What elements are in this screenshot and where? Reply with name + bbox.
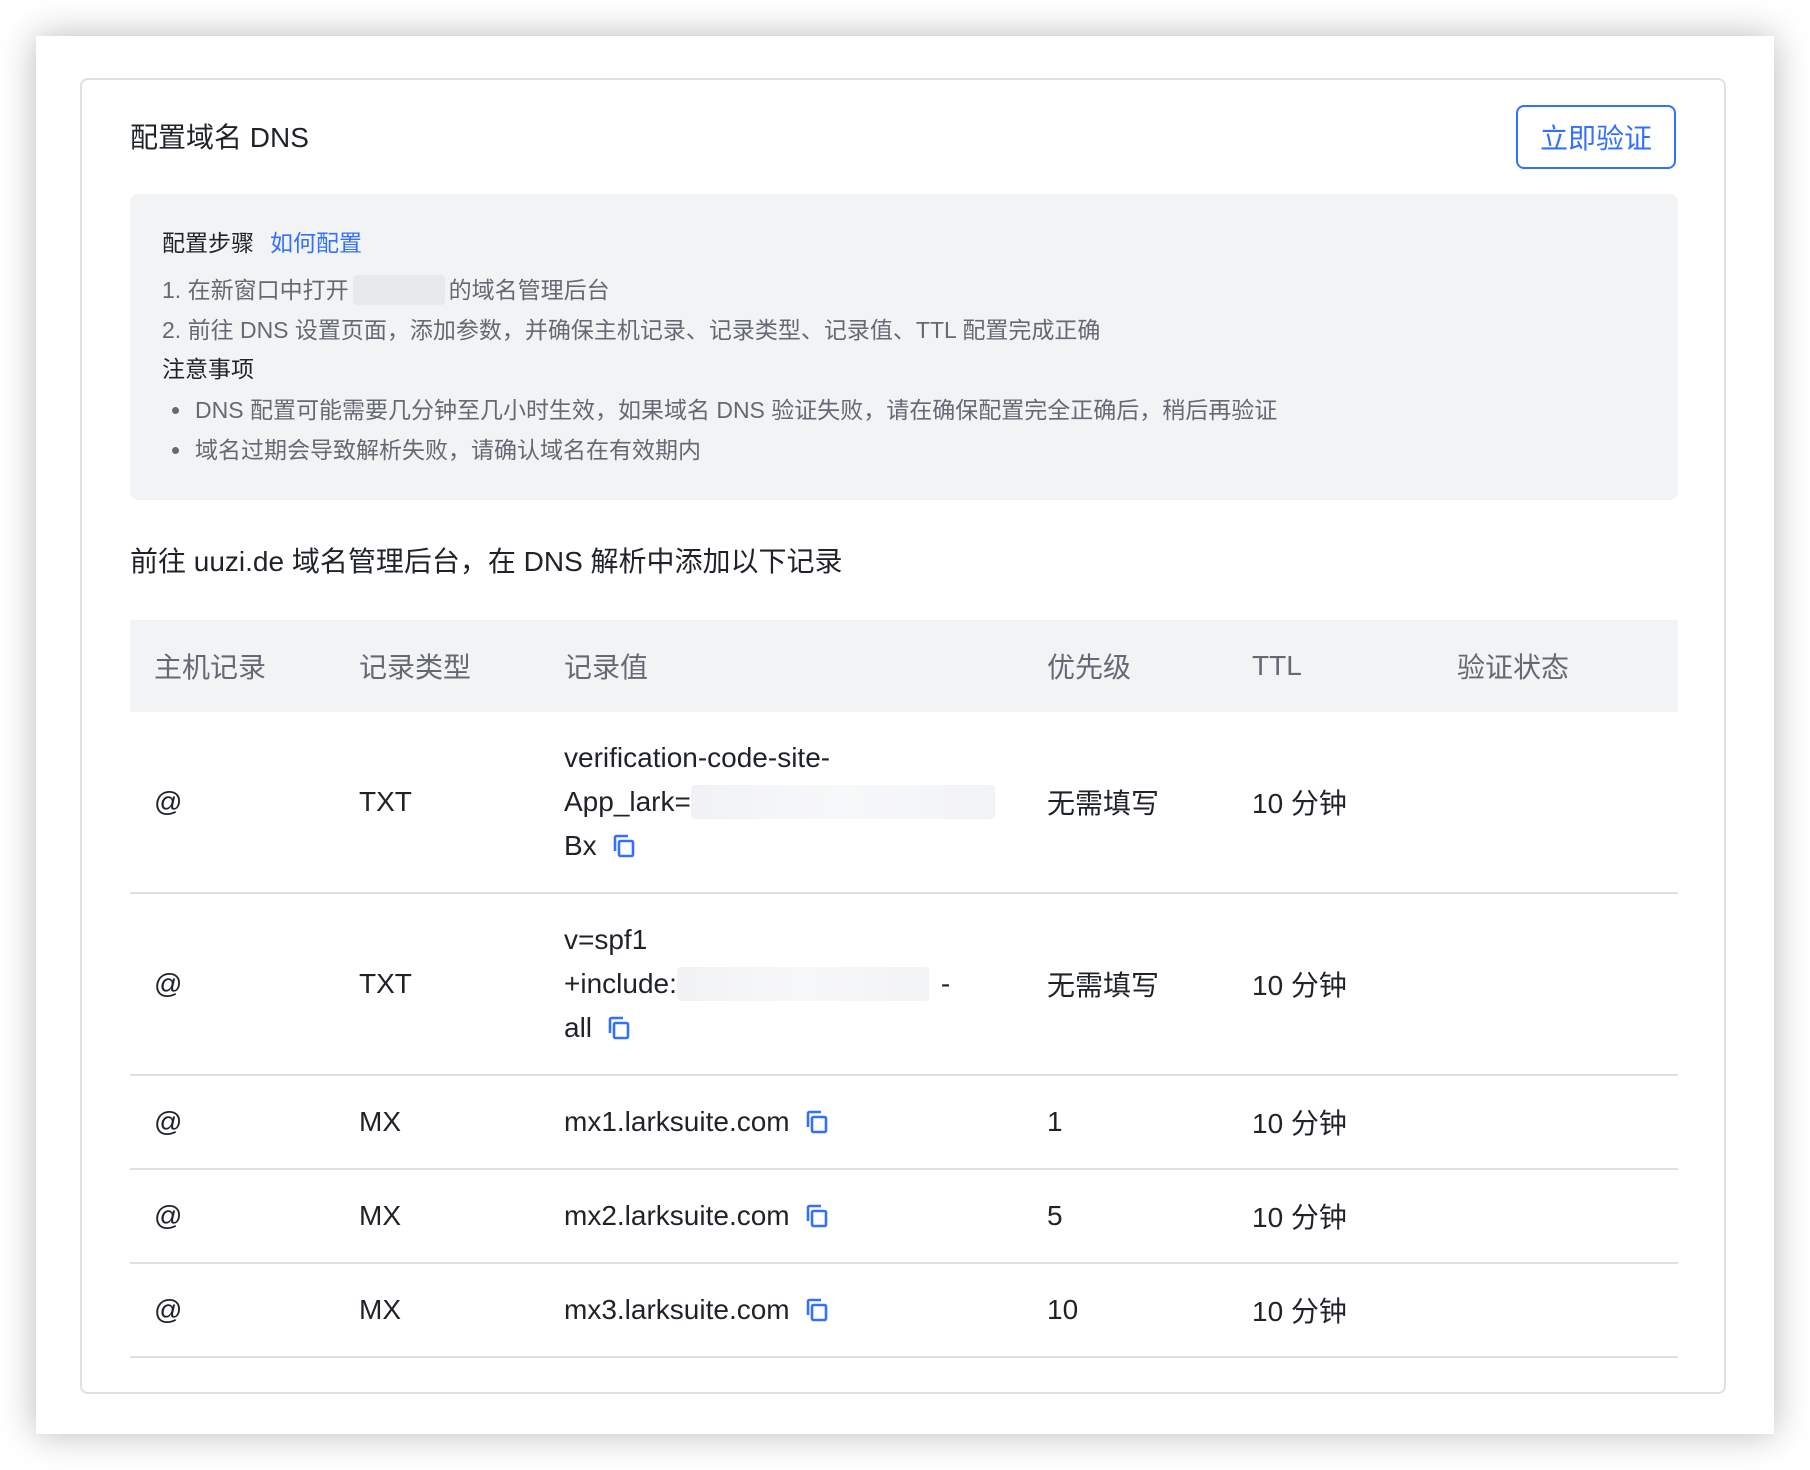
cell-host: @: [154, 968, 183, 999]
note-text: 域名过期会导致解析失败，请确认域名在有效期内: [195, 437, 701, 463]
redacted-value: [690, 785, 995, 819]
value-text: Bx: [564, 830, 597, 861]
cell-ttl: 10 分钟: [1252, 788, 1347, 819]
step-2: 2. 前往 DNS 设置页面，添加参数，并确保主机记录、记录类型、记录值、TTL…: [162, 317, 1101, 343]
cell-host: @: [154, 1200, 183, 1231]
cell-host: @: [154, 1106, 183, 1137]
table-row: @ TXT v=spf1 +include: - all 无需填写 10 分钟: [130, 894, 1678, 1076]
table-row: @ TXT verification-code-site- App_lark= …: [130, 712, 1678, 894]
value-line: all: [564, 1006, 1023, 1050]
cell-type: MX: [359, 1200, 401, 1231]
steps-heading: 配置步骤: [162, 230, 254, 256]
bullet-dot: [172, 406, 179, 414]
steps-heading-row: 配置步骤 如何配置: [162, 226, 1646, 260]
bullet-dot: [172, 446, 179, 454]
value-text: App_lark=: [564, 786, 691, 817]
cell-type: TXT: [359, 968, 412, 999]
value-line: +include: -: [564, 962, 1023, 1006]
value-line: verification-code-site-: [564, 736, 1023, 780]
value-text: v=spf1: [564, 924, 648, 955]
note-item: DNS 配置可能需要几分钟至几小时生效，如果域名 DNS 验证失败，请在确保配置…: [162, 390, 1646, 430]
dns-config-card: 配置域名 DNS 立即验证 配置步骤 如何配置 1. 在新窗口中打开 的域名管理…: [80, 78, 1726, 1394]
cell-host: @: [154, 1294, 183, 1325]
cell-priority: 5: [1047, 1200, 1063, 1231]
cell-priority: 10: [1047, 1294, 1079, 1325]
redacted-registrar: [352, 275, 445, 305]
step-1-prefix: 1. 在新窗口中打开: [162, 277, 349, 303]
copy-icon[interactable]: [804, 1203, 830, 1229]
value-text: mx1.larksuite.com: [564, 1106, 790, 1137]
copy-icon[interactable]: [804, 1109, 830, 1135]
value-text: -: [940, 968, 951, 999]
col-header-value: 记录值: [564, 652, 649, 683]
dns-records-table: 主机记录 记录类型 记录值 优先级 TTL 验证状态 @ TXT verific…: [130, 620, 1678, 1358]
cell-priority: 无需填写: [1047, 970, 1160, 1001]
copy-icon[interactable]: [804, 1297, 830, 1323]
copy-icon[interactable]: [611, 833, 637, 859]
col-header-type: 记录类型: [359, 652, 472, 683]
cell-priority: 1: [1047, 1106, 1063, 1137]
cell-value: mx2.larksuite.com: [540, 1200, 1023, 1232]
value-text: all: [564, 1012, 593, 1043]
cell-value: mx1.larksuite.com: [540, 1106, 1023, 1138]
value-text: mx3.larksuite.com: [564, 1294, 790, 1325]
table-row: @ MX mx1.larksuite.com 1 10 分钟: [130, 1076, 1678, 1170]
cell-host: @: [154, 786, 183, 817]
table-header: 主机记录 记录类型 记录值 优先级 TTL 验证状态: [130, 620, 1678, 712]
value-line: App_lark=: [564, 780, 1023, 824]
value-text: mx2.larksuite.com: [564, 1200, 790, 1231]
config-guide-panel: 配置步骤 如何配置 1. 在新窗口中打开 的域名管理后台 2. 前往 DNS 设…: [130, 194, 1678, 500]
cell-ttl: 10 分钟: [1252, 1108, 1347, 1139]
cell-priority: 无需填写: [1047, 788, 1160, 819]
cell-ttl: 10 分钟: [1252, 970, 1347, 1001]
verify-now-button[interactable]: 立即验证: [1516, 105, 1676, 169]
step-1: 1. 在新窗口中打开 的域名管理后台: [162, 270, 1646, 310]
value-text: verification-code-site-: [564, 742, 831, 773]
cell-type: TXT: [359, 786, 412, 817]
redacted-value: [676, 967, 929, 1001]
step-1-suffix: 的域名管理后台: [448, 277, 610, 303]
cell-ttl: 10 分钟: [1252, 1296, 1347, 1327]
note-item: 域名过期会导致解析失败，请确认域名在有效期内: [162, 430, 1646, 470]
col-header-status: 验证状态: [1457, 652, 1570, 683]
table-row: @ MX mx2.larksuite.com 5 10 分钟: [130, 1170, 1678, 1264]
cell-value: v=spf1 +include: - all: [540, 918, 1023, 1050]
col-header-host: 主机记录: [154, 652, 267, 683]
col-header-priority: 优先级: [1047, 652, 1132, 683]
col-header-ttl: TTL: [1252, 650, 1302, 681]
page-title: 配置域名 DNS: [130, 122, 309, 153]
value-line: Bx: [564, 824, 1023, 868]
cell-type: MX: [359, 1106, 401, 1137]
cell-ttl: 10 分钟: [1252, 1202, 1347, 1233]
app-window: 配置域名 DNS 立即验证 配置步骤 如何配置 1. 在新窗口中打开 的域名管理…: [36, 36, 1774, 1434]
value-text: +include:: [564, 968, 677, 999]
how-to-configure-link[interactable]: 如何配置: [270, 226, 362, 260]
records-instruction: 前往 uuzi.de 域名管理后台，在 DNS 解析中添加以下记录: [130, 546, 843, 577]
note-text: DNS 配置可能需要几分钟至几小时生效，如果域名 DNS 验证失败，请在确保配置…: [195, 397, 1278, 423]
cell-value: mx3.larksuite.com: [540, 1294, 1023, 1326]
notes-heading: 注意事项: [162, 356, 254, 382]
cell-value: verification-code-site- App_lark= Bx: [540, 736, 1023, 868]
copy-icon[interactable]: [606, 1015, 632, 1041]
table-row: @ MX mx3.larksuite.com 10 10 分钟: [130, 1264, 1678, 1358]
cell-type: MX: [359, 1294, 401, 1325]
value-line: v=spf1: [564, 918, 1023, 962]
